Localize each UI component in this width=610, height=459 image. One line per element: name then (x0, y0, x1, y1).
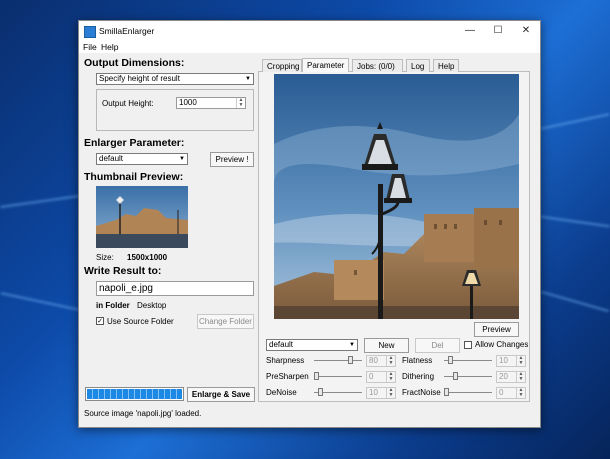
maximize-icon[interactable]: ☐ (484, 21, 512, 41)
tab-parameter[interactable]: Parameter (302, 58, 349, 72)
spin-arrows-icon[interactable]: ▲ ▼ (516, 372, 525, 382)
denoise-label: DeNoise (266, 388, 297, 397)
title-bar[interactable]: SmillaEnlarger — ☐ ✕ (79, 21, 540, 41)
size-value: 1500x1000 (127, 253, 168, 262)
flatness-slider[interactable] (444, 355, 492, 365)
chevron-down-icon: ▼ (349, 342, 355, 348)
sharpness-spinbox[interactable]: 80 ▲ ▼ (366, 355, 396, 367)
chevron-down-icon: ▼ (179, 156, 185, 162)
output-height-label: Output Height: (102, 99, 154, 108)
output-dimensions-heading: Output Dimensions: (84, 57, 185, 69)
flatness-spinbox[interactable]: 10 ▲ ▼ (496, 355, 526, 367)
menu-help[interactable]: Help (101, 42, 118, 52)
delete-preset-button[interactable]: Del (415, 338, 460, 353)
enlarger-parameter-heading: Enlarger Parameter: (84, 137, 185, 149)
sharpness-slider[interactable] (314, 355, 362, 365)
tab-log[interactable]: Log (406, 59, 430, 72)
fractnoise-slider[interactable] (444, 387, 492, 397)
allow-changes-checkbox[interactable] (464, 341, 472, 349)
output-mode-value: Specify height of result (99, 74, 180, 83)
window-title: SmillaEnlarger (99, 26, 155, 36)
flatness-value: 10 (499, 356, 508, 365)
menu-bar: File Help (79, 41, 540, 53)
dithering-slider[interactable] (444, 371, 492, 381)
minimize-icon[interactable]: — (456, 21, 484, 41)
output-filename-field[interactable]: napoli_e.jpg (96, 281, 254, 296)
spin-arrows-icon[interactable]: ▲ ▼ (516, 356, 525, 366)
desktop-light-beam (540, 215, 610, 228)
param-preset-select[interactable]: default ▼ (266, 339, 358, 351)
enlarger-preset-value: default (99, 154, 124, 163)
spin-arrows-icon[interactable]: ▲ ▼ (516, 388, 525, 398)
output-mode-select[interactable]: Specify height of result ▼ (96, 73, 254, 85)
menu-file[interactable]: File (83, 42, 97, 52)
tab-jobs[interactable]: Jobs: (0/0) (352, 59, 403, 72)
denoise-value: 10 (369, 388, 378, 397)
desktop-light-beam (0, 194, 80, 209)
new-preset-button[interactable]: New (364, 338, 409, 353)
presharpen-label: PreSharpen (266, 372, 309, 381)
spin-arrows-icon[interactable]: ▲ ▼ (386, 372, 395, 382)
desktop-light-beam (540, 112, 610, 131)
dithering-spinbox[interactable]: 20 ▲ ▼ (496, 371, 526, 383)
output-height-group (96, 89, 254, 131)
size-label: Size: (96, 253, 114, 262)
thumbnail-photo (96, 186, 188, 248)
dithering-label: Dithering (402, 372, 435, 381)
preview-now-button[interactable]: Preview ! (210, 152, 254, 167)
sharpness-value: 80 (369, 356, 378, 365)
chevron-down-icon: ▼ (245, 76, 251, 82)
enlarger-preset-select[interactable]: default ▼ (96, 153, 188, 165)
spin-arrows-icon[interactable]: ▲ ▼ (386, 356, 395, 366)
preview-photo (274, 74, 519, 319)
in-folder-label: in Folder (96, 301, 130, 310)
folder-name: Desktop (137, 301, 167, 310)
param-preset-value: default (269, 340, 294, 349)
app-icon (84, 26, 96, 38)
allow-changes-label: Allow Changes (475, 340, 529, 349)
status-text: Source image 'napoli.jpg' loaded. (84, 409, 202, 418)
thumbnail-preview-heading: Thumbnail Preview: (84, 171, 184, 183)
write-result-heading: Write Result to: (84, 265, 162, 277)
use-source-folder-label: Use Source Folder (107, 317, 174, 326)
use-source-folder-checkbox[interactable]: ✓ (96, 317, 104, 325)
output-height-spinbox[interactable]: 1000 ▲ ▼ (176, 97, 246, 109)
desktop-light-beam (0, 291, 80, 312)
fractnoise-label: FractNoise (402, 388, 441, 397)
close-icon[interactable]: ✕ (512, 21, 540, 41)
progress-bar-fill (87, 389, 182, 399)
fractnoise-spinbox[interactable]: 0 ▲ ▼ (496, 387, 526, 399)
change-folder-button[interactable]: Change Folder (197, 314, 254, 329)
presharpen-slider[interactable] (314, 371, 362, 381)
progress-bar (85, 387, 184, 401)
output-height-value: 1000 (179, 98, 197, 107)
spin-arrows-icon[interactable]: ▲ ▼ (236, 98, 245, 108)
presharpen-spinbox[interactable]: 0 ▲ ▼ (366, 371, 396, 383)
denoise-slider[interactable] (314, 387, 362, 397)
dithering-value: 20 (499, 372, 508, 381)
preview-image[interactable] (274, 74, 519, 319)
tab-cropping[interactable]: Cropping (262, 59, 302, 72)
sharpness-label: Sharpness (266, 356, 305, 365)
tab-help[interactable]: Help (433, 59, 459, 72)
desktop-light-beam (540, 290, 610, 313)
denoise-spinbox[interactable]: 10 ▲ ▼ (366, 387, 396, 399)
flatness-label: Flatness (402, 356, 433, 365)
thumbnail-image[interactable] (96, 186, 188, 248)
enlarge-save-button[interactable]: Enlarge & Save (187, 387, 255, 402)
fractnoise-value: 0 (499, 388, 504, 397)
preview-button[interactable]: Preview (474, 322, 519, 337)
spin-arrows-icon[interactable]: ▲ ▼ (386, 388, 395, 398)
presharpen-value: 0 (369, 372, 374, 381)
